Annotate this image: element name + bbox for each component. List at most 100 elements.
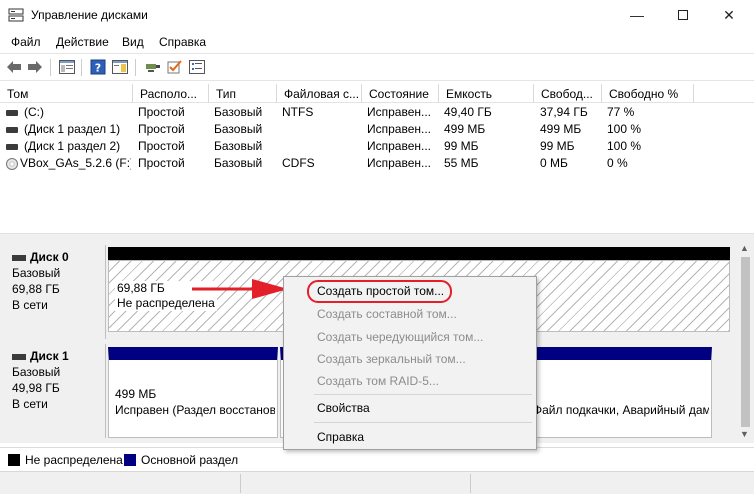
minimize-button[interactable]: — bbox=[614, 0, 660, 30]
toolbar-separator bbox=[81, 59, 82, 76]
drive-icon bbox=[6, 126, 18, 133]
menu-action[interactable]: Действие bbox=[56, 35, 109, 49]
partition-system[interactable]: Файл подкачки, Аварийный дам bbox=[532, 347, 712, 438]
menu-create-spanned-volume[interactable]: Создать составной том... bbox=[317, 307, 457, 321]
volume-capacity: 99 МБ bbox=[444, 139, 479, 153]
volume-name: (Диск 1 раздел 2) bbox=[24, 139, 121, 153]
disk-icon bbox=[12, 353, 26, 360]
properties-list-icon bbox=[189, 60, 205, 74]
column-header-filesystem[interactable]: Файловая с... bbox=[277, 84, 362, 103]
volume-status: Исправен... bbox=[367, 139, 432, 153]
volume-type: Базовый bbox=[214, 122, 263, 136]
console-tree-button[interactable] bbox=[58, 58, 76, 76]
disk-name: Диск 1 bbox=[30, 349, 69, 363]
menu-view[interactable]: Вид bbox=[122, 35, 144, 49]
svg-text:?: ? bbox=[95, 62, 101, 75]
scroll-down-icon[interactable]: ▼ bbox=[740, 429, 749, 439]
toolbar-separator bbox=[50, 59, 51, 76]
volume-layout: Простой bbox=[138, 139, 185, 153]
volume-status: Исправен... bbox=[367, 156, 432, 170]
toolbar-separator bbox=[135, 59, 136, 76]
volume-free-percent: 77 % bbox=[607, 105, 635, 119]
annotation-arrow-icon bbox=[192, 279, 288, 299]
help-button[interactable]: ? bbox=[89, 58, 107, 76]
forward-arrow-icon bbox=[28, 61, 42, 73]
drive-icon bbox=[6, 109, 18, 116]
partition-label: Файл подкачки, Аварийный дам bbox=[533, 403, 709, 417]
action-pane-button[interactable] bbox=[111, 58, 129, 76]
connect-button[interactable] bbox=[144, 58, 162, 76]
volume-free-percent: 100 % bbox=[607, 122, 642, 136]
volume-type: Базовый bbox=[214, 105, 263, 119]
volume-name: VBox_GAs_5.2.6 (F:) bbox=[20, 156, 131, 170]
volume-free: 499 МБ bbox=[540, 122, 582, 136]
legend-unallocated-label: Не распределена bbox=[25, 453, 123, 467]
drive-icon bbox=[6, 143, 18, 150]
pane-splitter[interactable] bbox=[0, 233, 754, 241]
title-bar: Управление дисками — ✕ bbox=[0, 0, 754, 30]
volume-name: (Диск 1 раздел 1) bbox=[24, 122, 121, 136]
menu-bar: Файл Действие Вид Справка bbox=[0, 31, 754, 52]
column-header-layout[interactable]: Располо... bbox=[133, 84, 209, 103]
context-menu: Создать простой том... Создать составной… bbox=[283, 276, 537, 450]
menu-create-simple-volume[interactable]: Создать простой том... bbox=[317, 284, 444, 298]
maximize-button[interactable] bbox=[660, 0, 706, 30]
partition-recovery[interactable]: 499 МБ Исправен (Раздел восстанов bbox=[108, 347, 278, 438]
menu-properties[interactable]: Свойства bbox=[317, 401, 370, 415]
column-header-capacity[interactable]: Емкость bbox=[439, 84, 534, 103]
disk-map-scrollbar[interactable]: ▲ ▼ bbox=[737, 241, 754, 443]
back-arrow-icon bbox=[7, 61, 21, 73]
menu-separator bbox=[314, 422, 532, 423]
column-header-type[interactable]: Тип bbox=[209, 84, 277, 103]
column-header-volume[interactable]: Том bbox=[0, 84, 133, 103]
maximize-icon bbox=[678, 10, 688, 20]
console-tree-icon bbox=[59, 60, 75, 74]
status-bar bbox=[0, 471, 754, 494]
volume-fs: CDFS bbox=[282, 156, 315, 170]
menu-separator bbox=[314, 394, 532, 395]
menu-help[interactable]: Справка bbox=[159, 35, 206, 49]
window-title: Управление дисками bbox=[31, 8, 148, 22]
action-pane-icon bbox=[112, 60, 128, 74]
partition-size: 499 МБ bbox=[115, 387, 157, 401]
properties-button[interactable] bbox=[188, 58, 206, 76]
column-header-status[interactable]: Состояние bbox=[362, 84, 439, 103]
forward-button[interactable] bbox=[26, 58, 44, 76]
scrollbar-thumb[interactable] bbox=[741, 257, 750, 427]
volume-status: Исправен... bbox=[367, 105, 432, 119]
connect-icon bbox=[146, 64, 160, 72]
table-row[interactable]: (Диск 1 раздел 1) Простой Базовый Исправ… bbox=[0, 122, 700, 139]
column-header-free-percent[interactable]: Свободно % bbox=[602, 84, 694, 103]
disk-0-label[interactable]: Диск 0 Базовый 69,88 ГБ В сети bbox=[5, 245, 106, 339]
menu-create-striped-volume[interactable]: Создать чередующийся том... bbox=[317, 330, 483, 344]
scroll-up-icon[interactable]: ▲ bbox=[740, 243, 749, 253]
disk-size: 69,88 ГБ bbox=[12, 282, 60, 296]
disk-state: В сети bbox=[12, 397, 48, 411]
volume-capacity: 55 МБ bbox=[444, 156, 479, 170]
menu-create-raid5-volume[interactable]: Создать том RAID-5... bbox=[317, 374, 439, 388]
volume-free: 37,94 ГБ bbox=[540, 105, 588, 119]
volume-capacity: 49,40 ГБ bbox=[444, 105, 492, 119]
table-row[interactable]: (Диск 1 раздел 2) Простой Базовый Исправ… bbox=[0, 139, 700, 156]
close-button[interactable]: ✕ bbox=[706, 0, 752, 30]
menu-create-mirrored-volume[interactable]: Создать зеркальный том... bbox=[317, 352, 466, 366]
partition-info: 499 МБ Исправен (Раздел восстанов bbox=[115, 386, 275, 418]
back-button[interactable] bbox=[5, 58, 23, 76]
menu-help-item[interactable]: Справка bbox=[317, 430, 364, 444]
toolbar: ? bbox=[0, 53, 754, 81]
unallocated-bar bbox=[108, 247, 730, 260]
menu-file[interactable]: Файл bbox=[11, 35, 41, 49]
disk-1-label[interactable]: Диск 1 Базовый 49,98 ГБ В сети bbox=[5, 344, 106, 438]
minimize-icon: — bbox=[630, 7, 644, 23]
table-row[interactable]: VBox_GAs_5.2.6 (F:) Простой Базовый CDFS… bbox=[0, 156, 700, 173]
checkmark-icon bbox=[167, 60, 182, 74]
disk-state: В сети bbox=[12, 298, 48, 312]
table-row[interactable]: (C:) Простой Базовый NTFS Исправен... 49… bbox=[0, 105, 700, 122]
check-button[interactable] bbox=[166, 58, 184, 76]
volume-fs: NTFS bbox=[282, 105, 314, 119]
disk-management-icon bbox=[8, 8, 24, 22]
disk-name: Диск 0 bbox=[30, 250, 69, 264]
column-header-empty bbox=[694, 84, 754, 103]
disk-size: 49,98 ГБ bbox=[12, 381, 60, 395]
column-header-free[interactable]: Свобод... bbox=[534, 84, 602, 103]
